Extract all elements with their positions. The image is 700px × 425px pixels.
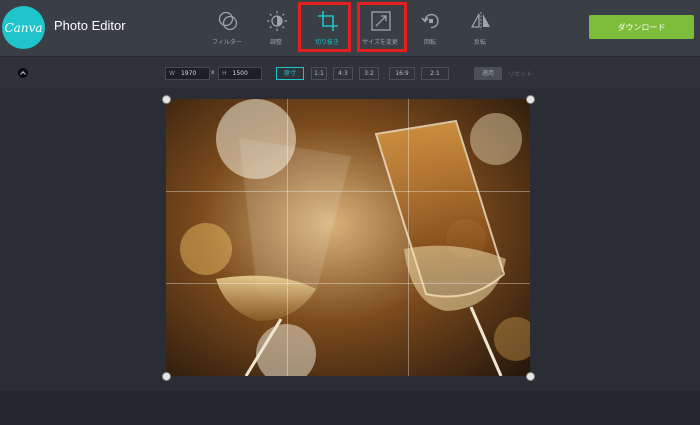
app-title: Photo Editor [54,18,126,33]
crop-handle-top-left[interactable] [162,95,171,104]
adjust-icon [267,11,287,31]
width-value: 1970 [180,70,197,77]
dimension-separator: x [211,69,215,76]
crop-options-bar: W 1970 x H 1500 原寸 1:1 4:3 3:2 16:9 2:1 適用… [0,56,700,88]
width-field[interactable]: W 1970 [165,67,210,80]
photo-crop-area[interactable] [166,99,530,376]
crop-grid-line [408,99,409,376]
crop-handle-bottom-right[interactable] [526,372,535,381]
tool-flip-label: 反転 [473,39,486,46]
crop-grid-line [166,283,530,284]
crop-grid-line [287,99,288,376]
ratio-1-1[interactable]: 1:1 [311,67,327,80]
height-field[interactable]: H 1500 [218,67,262,80]
top-toolbar: Canva Photo Editor フィルター 調整 切り抜き サイズを変更 … [0,0,700,56]
crop-handle-bottom-left[interactable] [162,372,171,381]
height-value: 1500 [232,70,248,77]
crop-handle-top-right[interactable] [526,95,535,104]
reset-button[interactable]: リセット [508,69,532,78]
champagne-glasses-photo [166,99,530,376]
flip-icon [470,12,490,30]
ratio-3-2[interactable]: 3:2 [359,67,379,80]
filter-icon [218,11,238,31]
bottom-bar [0,391,700,425]
canva-logo[interactable]: Canva [2,6,45,49]
apply-button[interactable]: 適用 [474,67,502,80]
crop-highlight-box [298,2,351,52]
rotate-icon [421,13,439,29]
width-key: W [169,70,175,77]
ratio-4-3[interactable]: 4:3 [333,67,353,80]
ratio-original[interactable]: 原寸 [276,67,304,80]
download-button[interactable]: ダウンロード [589,15,694,39]
ratio-16-9[interactable]: 16:9 [389,67,415,80]
tool-flip[interactable]: 反転 [450,4,510,52]
ratio-2-1[interactable]: 2:1 [421,67,449,80]
height-key: H [222,70,227,77]
crop-grid-line [166,191,530,192]
collapse-up-icon[interactable] [18,68,28,78]
